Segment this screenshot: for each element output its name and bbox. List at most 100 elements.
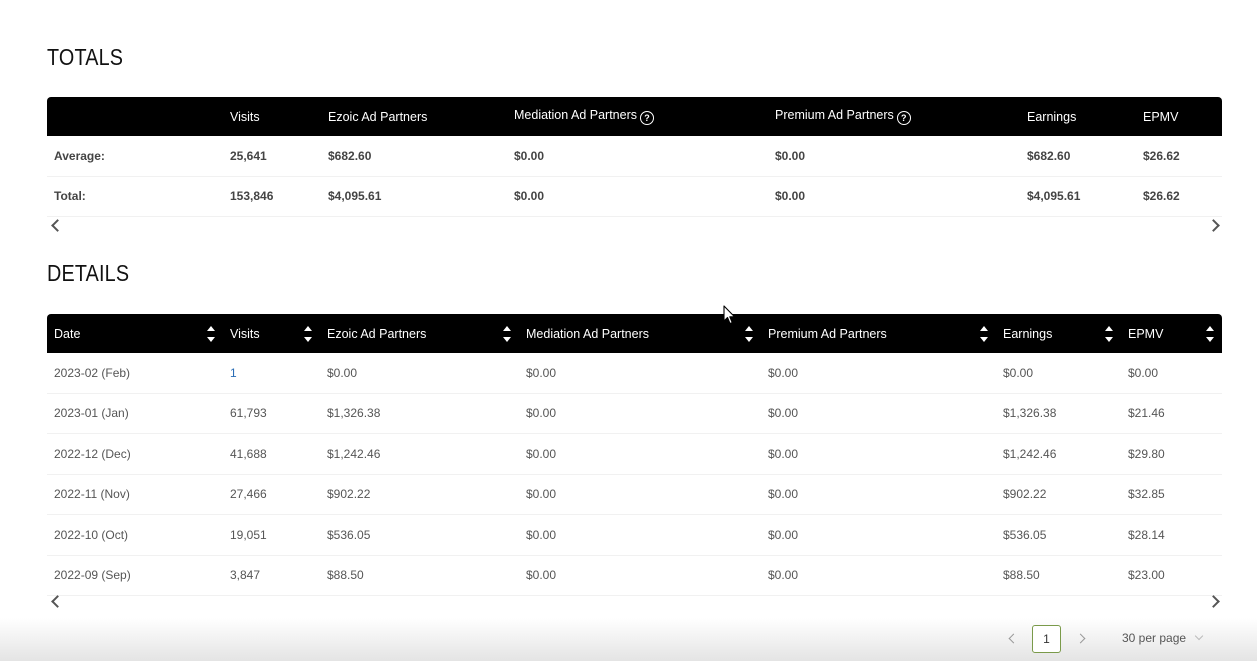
sort-icon[interactable] [207, 325, 215, 343]
totals-header-blank [47, 97, 223, 136]
details-cell-earnings: $1,326.38 [996, 393, 1121, 434]
details-header-earnings-label: Earnings [1003, 326, 1053, 341]
totals-cell-earnings: $4,095.61 [1020, 176, 1136, 217]
details-cell-premium: $0.00 [761, 353, 996, 394]
details-cell-visits: 19,051 [223, 514, 320, 556]
details-scroll-right-icon[interactable] [1207, 595, 1220, 608]
details-cell-earnings: $1,242.46 [996, 433, 1121, 475]
details-cell-visits: 27,466 [223, 474, 320, 515]
pagination-current-page[interactable]: 1 [1032, 625, 1061, 653]
totals-header-mediation-label: Mediation Ad Partners [514, 108, 637, 122]
totals-cell-visits: 153,846 [223, 176, 321, 217]
totals-cell-ezoic: $682.60 [321, 136, 507, 177]
totals-cell-premium: $0.00 [768, 136, 1020, 177]
details-header-premium-label: Premium Ad Partners [768, 326, 887, 341]
totals-cell-label: Total: [47, 176, 223, 217]
details-cell-earnings: $0.00 [996, 353, 1121, 394]
details-header-epmv-label: EPMV [1128, 326, 1164, 341]
details-cell-date: 2022-10 (Oct) [47, 514, 223, 556]
totals-cell-epmv: $26.62 [1136, 136, 1222, 177]
table-row: 2023-01 (Jan) 61,793 $1,326.38 $0.00 $0.… [47, 393, 1222, 434]
details-cell-mediation: $0.00 [519, 433, 761, 475]
details-header-ezoic-label: Ezoic Ad Partners [327, 326, 427, 341]
totals-scroll-left-icon[interactable] [51, 219, 64, 232]
sort-icon[interactable] [745, 325, 753, 343]
details-header-epmv[interactable]: EPMV [1121, 314, 1222, 353]
details-cell-date: 2023-01 (Jan) [47, 393, 223, 434]
details-header-premium[interactable]: Premium Ad Partners [761, 314, 996, 353]
totals-header-premium: Premium Ad Partners? [768, 97, 1020, 136]
totals-cell-label: Average: [47, 136, 223, 177]
details-title: DETAILS [47, 260, 130, 286]
details-cell-date: 2023-02 (Feb) [47, 353, 223, 394]
details-scroll-left-icon[interactable] [51, 595, 64, 608]
totals-table: Visits Ezoic Ad Partners Mediation Ad Pa… [47, 97, 1222, 217]
totals-cell-mediation: $0.00 [507, 136, 768, 177]
details-cell-earnings: $536.05 [996, 514, 1121, 556]
details-cell-epmv: $29.80 [1121, 433, 1222, 475]
sort-icon[interactable] [1206, 325, 1214, 343]
details-header-mediation-label: Mediation Ad Partners [526, 326, 649, 341]
details-header-date[interactable]: Date [47, 314, 223, 353]
totals-header-premium-label: Premium Ad Partners [775, 108, 894, 122]
details-cell-visits: 61,793 [223, 393, 320, 434]
details-cell-premium: $0.00 [761, 433, 996, 475]
details-header-ezoic[interactable]: Ezoic Ad Partners [320, 314, 519, 353]
pagination: 1 30 per page [0, 624, 1257, 654]
details-cell-visits: 41,688 [223, 433, 320, 475]
table-row: 2022-12 (Dec) 41,688 $1,242.46 $0.00 $0.… [47, 433, 1222, 475]
details-cell-epmv: $0.00 [1121, 353, 1222, 394]
details-cell-ezoic: $88.50 [320, 555, 519, 596]
details-cell-ezoic: $0.00 [320, 353, 519, 394]
details-cell-earnings: $902.22 [996, 474, 1121, 515]
pagination-next-icon[interactable] [1075, 633, 1086, 644]
table-row: 2023-02 (Feb) 1 $0.00 $0.00 $0.00 $0.00 … [47, 353, 1222, 394]
totals-header-epmv: EPMV [1143, 109, 1179, 124]
pagination-prev-icon[interactable] [1008, 633, 1019, 644]
totals-table-container: Visits Ezoic Ad Partners Mediation Ad Pa… [47, 97, 1222, 217]
per-page-select[interactable]: 30 per page [1112, 625, 1210, 651]
totals-title: TOTALS [47, 44, 124, 70]
totals-row-average: Average: 25,641 $682.60 $0.00 $0.00 $682… [47, 136, 1222, 177]
per-page-label: 30 per page [1122, 631, 1187, 645]
totals-cell-visits: 25,641 [223, 136, 321, 177]
details-cell-visits: 1 [223, 353, 320, 394]
table-row: 2022-10 (Oct) 19,051 $536.05 $0.00 $0.00… [47, 514, 1222, 556]
details-header-visits-label: Visits [230, 326, 260, 341]
details-header-earnings[interactable]: Earnings [996, 314, 1121, 353]
details-cell-mediation: $0.00 [519, 393, 761, 434]
sort-icon[interactable] [980, 325, 988, 343]
details-cell-ezoic: $1,326.38 [320, 393, 519, 434]
details-header-visits[interactable]: Visits [223, 314, 320, 353]
totals-row-total: Total: 153,846 $4,095.61 $0.00 $0.00 $4,… [47, 176, 1222, 217]
details-cell-mediation: $0.00 [519, 514, 761, 556]
details-header-date-label: Date [54, 326, 81, 341]
totals-scroll-right-icon[interactable] [1207, 219, 1220, 232]
details-header-row: Date Visits Ezoic Ad Partners Mediation … [47, 314, 1222, 353]
details-cell-ezoic: $536.05 [320, 514, 519, 556]
mediation-help-icon[interactable]: ? [640, 111, 654, 125]
totals-cell-mediation: $0.00 [507, 176, 768, 217]
details-cell-premium: $0.00 [761, 555, 996, 596]
details-cell-ezoic: $902.22 [320, 474, 519, 515]
details-cell-mediation: $0.00 [519, 474, 761, 515]
details-cell-epmv: $28.14 [1121, 514, 1222, 556]
details-visits-link[interactable]: 1 [230, 366, 237, 380]
details-cell-epmv: $21.46 [1121, 393, 1222, 434]
sort-icon[interactable] [1105, 325, 1113, 343]
details-cell-visits: 3,847 [223, 555, 320, 596]
sort-icon[interactable] [503, 325, 511, 343]
totals-cell-premium: $0.00 [768, 176, 1020, 217]
details-cell-epmv: $23.00 [1121, 555, 1222, 596]
totals-header-visits: Visits [230, 109, 260, 124]
chevron-down-icon [1194, 631, 1204, 641]
totals-cell-earnings: $682.60 [1020, 136, 1136, 177]
totals-cell-epmv: $26.62 [1136, 176, 1222, 217]
sort-icon[interactable] [304, 325, 312, 343]
premium-help-icon[interactable]: ? [896, 111, 911, 125]
details-cell-premium: $0.00 [761, 514, 996, 556]
totals-header-row: Visits Ezoic Ad Partners Mediation Ad Pa… [47, 97, 1222, 136]
totals-header-earnings: Earnings [1027, 109, 1077, 124]
details-cell-premium: $0.00 [761, 474, 996, 515]
details-cell-ezoic: $1,242.46 [320, 433, 519, 475]
